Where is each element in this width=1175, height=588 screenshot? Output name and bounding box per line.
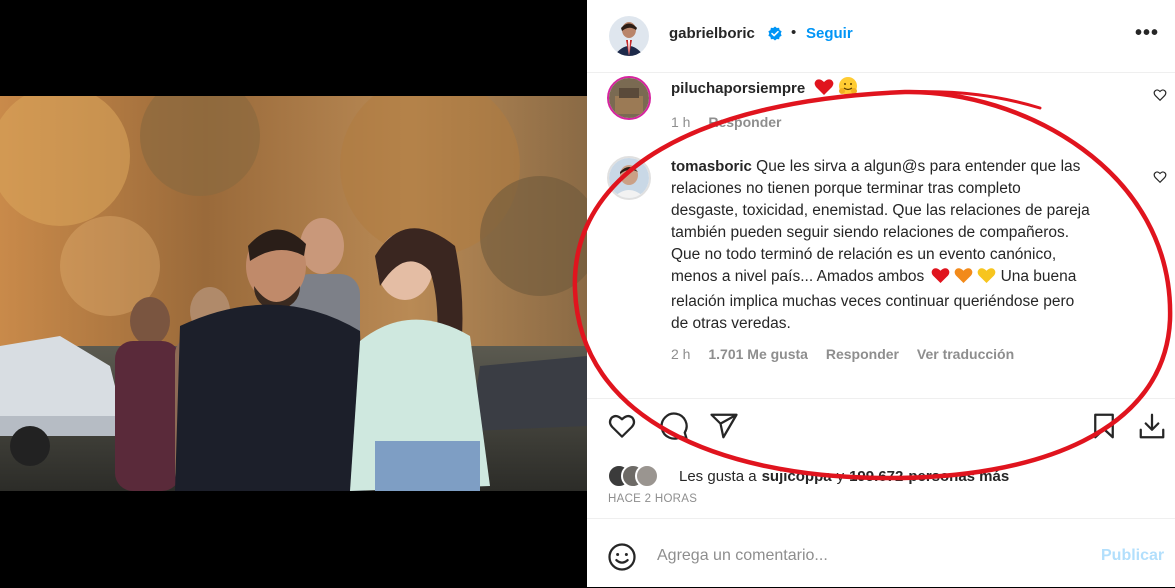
orange-heart-emoji-icon (954, 267, 973, 291)
comment-line: desgaste, toxicidad, enemistad. Que las … (671, 202, 1090, 219)
comment-line: Que les sirva a algun@s para entender qu… (756, 158, 1081, 175)
comment-line: relación implica muchas veces continuar … (671, 293, 1075, 310)
like-comment-icon[interactable] (1153, 88, 1167, 102)
likes-summary: Les gusta a sujicoppa y 199.672 personas… (607, 463, 1009, 489)
reply-button[interactable]: Responder (826, 346, 899, 362)
comment-time: 2 h (671, 346, 691, 362)
comment-meta: 2 h 1.701 Me gusta Responder Ver traducc… (671, 343, 1141, 365)
likes-suffix[interactable]: personas más (908, 468, 1009, 485)
post-header: gabrielboric • Seguir ••• (587, 0, 1175, 73)
heart-emoji-icon (814, 78, 834, 103)
commenter-avatar[interactable] (607, 76, 651, 120)
share-send-icon[interactable] (709, 411, 739, 441)
likers-avatars[interactable] (607, 463, 663, 489)
likes-middle: y (836, 467, 845, 485)
header-separator: • (791, 24, 797, 41)
download-icon[interactable] (1137, 411, 1167, 441)
commenter-username[interactable]: piluchaporsiempre (671, 80, 805, 97)
reply-button[interactable]: Responder (708, 114, 781, 130)
liker-avatar (635, 464, 659, 488)
post-timestamp[interactable]: HACE 2 HORAS (608, 493, 697, 505)
hugging-emoji-icon (838, 76, 858, 103)
comment-line: de otras veredas. (671, 315, 791, 332)
post-photo-illustration (0, 96, 587, 491)
commenter-username[interactable]: tomasboric (671, 158, 752, 175)
comment-meta: 1 h Responder (671, 111, 1141, 133)
comments-panel: gabrielboric • Seguir ••• piluchaporsiem… (587, 0, 1175, 587)
add-comment-bar: Agrega un comentario... Publicar (587, 518, 1175, 588)
verified-badge-icon (767, 26, 783, 42)
comment-line: también pueden seguir siendo relaciones … (671, 224, 1070, 241)
add-comment-input[interactable]: Agrega un comentario... (657, 547, 828, 565)
post-actions-bar (587, 398, 1175, 453)
author-avatar[interactable] (609, 16, 649, 56)
post-comment-button[interactable]: Publicar (1101, 547, 1164, 565)
comment-bubble-icon[interactable] (659, 411, 689, 441)
comment-likes-count[interactable]: 1.701 Me gusta (708, 346, 808, 362)
comment-line: Que no todo terminó de relación es un ev… (671, 246, 1057, 263)
post-media-pane (0, 0, 587, 587)
comment-line: menos a nivel país... Amados ambos (671, 268, 925, 285)
likes-count[interactable]: 199.672 (849, 468, 903, 485)
likes-user[interactable]: sujicoppa (762, 468, 832, 485)
likes-prefix: Les gusta a (679, 467, 757, 485)
post-photo[interactable] (0, 96, 587, 491)
like-comment-icon[interactable] (1153, 170, 1167, 184)
more-options-icon[interactable]: ••• (1135, 22, 1159, 45)
yellow-heart-emoji-icon (977, 267, 996, 291)
emoji-picker-icon[interactable] (607, 542, 637, 572)
like-heart-icon[interactable] (607, 411, 637, 441)
save-bookmark-icon[interactable] (1089, 411, 1119, 441)
comment-time: 1 h (671, 114, 691, 130)
red-heart-emoji-icon (931, 267, 950, 291)
comment-line: relaciones no tienen porque terminar tra… (671, 180, 1021, 197)
commenter-avatar[interactable] (607, 156, 651, 200)
author-username[interactable]: gabrielboric (669, 25, 755, 42)
comment-text: tomasboric Que les sirva a algun@s para … (671, 156, 1141, 335)
comment-line: Una buena (1000, 268, 1077, 285)
see-translation-button[interactable]: Ver traducción (917, 346, 1014, 362)
follow-button[interactable]: Seguir (806, 25, 853, 42)
